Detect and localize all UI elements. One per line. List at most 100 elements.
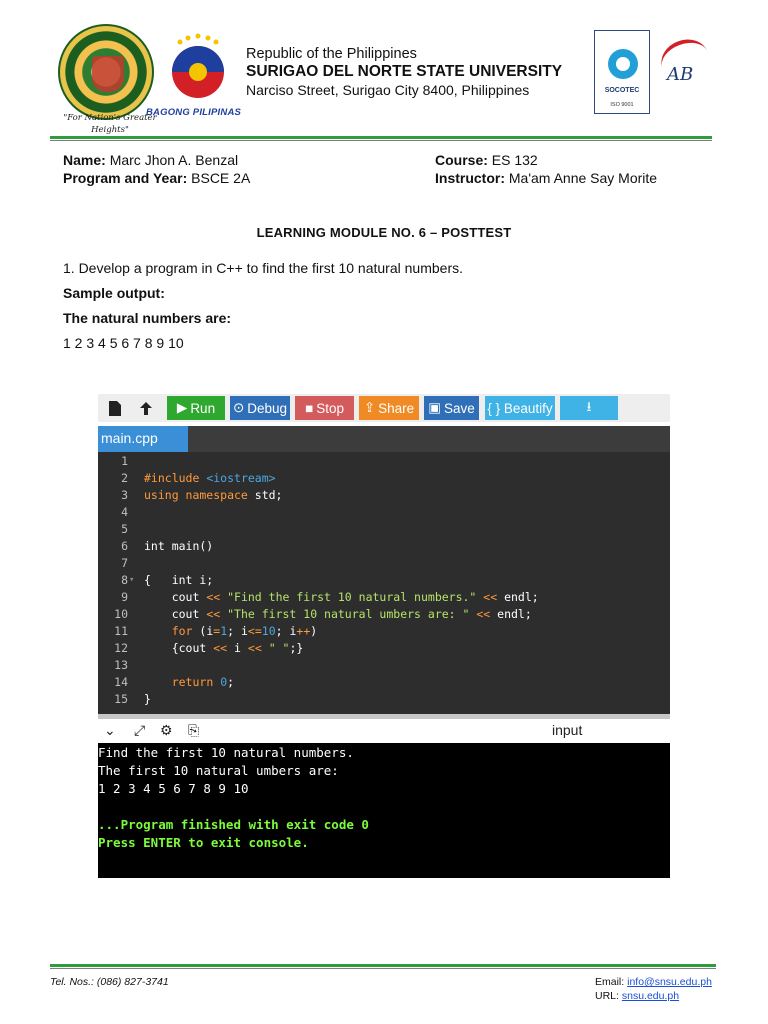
chevron-down-icon[interactable]: ⌄: [104, 722, 116, 739]
sample-values: 1 2 3 4 5 6 7 8 9 10: [63, 335, 184, 351]
download-button[interactable]: ⭳: [560, 396, 618, 420]
socotec-ring-icon: [608, 49, 638, 79]
stop-button[interactable]: ■ Stop: [295, 396, 354, 420]
line-number: 4: [121, 505, 128, 519]
code-line: #include <iostream>: [144, 471, 276, 485]
telephone-number: Tel. Nos.: (086) 827-3741: [50, 976, 169, 988]
console-line: The first 10 natural umbers are:: [98, 763, 339, 778]
socotec-iso: ISO 9001: [610, 102, 634, 108]
copy-icon[interactable]: ⎘: [188, 722, 199, 739]
pab-letters: AB: [667, 64, 694, 85]
run-label: Run: [190, 400, 216, 416]
editor-tab-bar: main.cpp: [98, 426, 670, 452]
share-label: Share: [378, 400, 415, 416]
new-file-button[interactable]: [103, 396, 127, 420]
line-number: 5: [121, 522, 128, 536]
student-name: Marc Jhon A. Benzal: [109, 152, 239, 168]
line-number: 2: [121, 471, 128, 485]
beautify-label: { } Beautify: [487, 400, 553, 416]
instructor-row: Instructor: Ma'am Anne Say Morite: [435, 169, 657, 187]
instructor-label: Instructor:: [435, 170, 505, 186]
code-line: cout << "The first 10 natural umbers are…: [144, 607, 532, 621]
line-number: 10: [114, 607, 128, 621]
code-line: cout << "Find the first 10 natural numbe…: [144, 590, 539, 604]
gear-icon[interactable]: ⚙: [160, 722, 173, 739]
university-name: SURIGAO DEL NORTE STATE UNIVERSITY: [246, 63, 563, 80]
instructor-name: Ma'am Anne Say Morite: [508, 170, 658, 186]
url-label: URL:: [595, 990, 619, 1002]
fold-arrow-icon[interactable]: ▾: [129, 575, 134, 585]
sample-heading: The natural numbers are:: [63, 310, 232, 326]
file-icon: [109, 400, 121, 416]
expand-icon[interactable]: ⤢: [134, 722, 145, 739]
header-divider: [50, 136, 712, 141]
code-line: }: [144, 692, 151, 706]
code-line: int main(): [144, 539, 214, 553]
email-link[interactable]: info@snsu.edu.ph: [627, 976, 712, 988]
url-row: URL: snsu.edu.ph: [595, 990, 679, 1002]
socotec-iso-logo: SOCOTEC ISO 9001: [594, 30, 650, 114]
share-icon: ⇪: [363, 400, 376, 415]
debug-label: Debug: [247, 400, 288, 416]
seal-emblem-icon: [92, 56, 124, 92]
save-icon: ▣: [428, 400, 441, 415]
code-line: {cout << i << " ";}: [144, 641, 304, 655]
output-console[interactable]: Find the first 10 natural numbers. The f…: [98, 743, 670, 878]
console-panel-header: ⌄ ⤢ ⚙ ⎘ input: [98, 719, 670, 743]
program-row: Program and Year: BSCE 2A: [63, 169, 250, 187]
email-label: Email:: [595, 976, 625, 988]
name-row: Name: Marc Jhon A. Benzal: [63, 151, 238, 169]
line-number: 1: [121, 454, 128, 468]
line-number: 12: [114, 641, 128, 655]
program-label: Program and Year:: [63, 170, 188, 186]
ide-toolbar: ▶ Run ⊙ Debug ■ Stop ⇪ Share ▣ Save { } …: [98, 394, 670, 422]
beautify-button[interactable]: { } Beautify: [485, 396, 555, 420]
code-editor[interactable]: 1 2 3 4 5 6 7 8 ▾ 9 10 11 12 13 14 15 #i…: [98, 452, 670, 714]
name-label: Name:: [63, 152, 106, 168]
ide-screenshot: ▶ Run ⊙ Debug ■ Stop ⇪ Share ▣ Save { } …: [98, 394, 670, 878]
code-line: return 0;: [171, 675, 235, 689]
stop-label: Stop: [316, 400, 344, 416]
pab-accreditation-logo: AB: [655, 32, 715, 108]
line-number: 14: [114, 675, 128, 689]
download-icon: ⭳: [586, 398, 592, 414]
play-icon: ▶: [176, 400, 188, 415]
university-motto: "For Nation's Greater Heights": [63, 113, 157, 135]
line-number: 6: [121, 539, 128, 553]
university-address: Narciso Street, Surigao City 8400, Phili…: [246, 82, 530, 98]
run-button[interactable]: ▶ Run: [167, 396, 225, 420]
share-button[interactable]: ⇪ Share: [359, 396, 419, 420]
line-number: 8: [121, 573, 128, 587]
stop-icon: ■: [305, 400, 314, 416]
bagong-pilipinas-logo: [172, 33, 224, 98]
course-label: Course:: [435, 152, 488, 168]
input-tab-label[interactable]: input: [552, 722, 582, 738]
republic-label: Republic of the Philippines: [246, 46, 417, 62]
code-line: for (i=1; i<=10; i++): [171, 624, 318, 638]
tab-main-cpp[interactable]: main.cpp: [98, 426, 188, 452]
upload-icon: [140, 401, 152, 415]
save-label: Save: [443, 400, 475, 416]
line-number: 11: [114, 624, 128, 638]
university-seal: [58, 24, 154, 120]
line-number: 7: [121, 556, 128, 570]
line-number-gutter: 1 2 3 4 5 6 7 8 ▾ 9 10 11 12 13 14 15: [98, 452, 134, 714]
line-number: 9: [121, 590, 128, 604]
code-line: using namespace std;: [144, 488, 283, 502]
program-year: BSCE 2A: [191, 170, 251, 186]
console-exit-line: ...Program finished with exit code 0: [98, 817, 369, 832]
line-number: 15: [114, 692, 128, 706]
module-title: LEARNING MODULE NO. 6 – POSTTEST: [256, 225, 512, 240]
debug-button[interactable]: ⊙ Debug: [230, 396, 290, 420]
socotec-name: SOCOTEC: [604, 87, 640, 94]
bagong-pilipinas-label: BAGONG PILIPINAS: [146, 107, 242, 118]
console-prompt-line: Press ENTER to exit console.: [98, 835, 309, 850]
code-line: { int i;: [144, 573, 214, 587]
save-button[interactable]: ▣ Save: [424, 396, 479, 420]
website-link[interactable]: snsu.edu.ph: [622, 990, 679, 1002]
line-number: 3: [121, 488, 128, 502]
line-number: 13: [114, 658, 128, 672]
course-row: Course: ES 132: [435, 151, 538, 169]
upload-button[interactable]: [134, 396, 158, 420]
footer-divider: [50, 964, 716, 969]
